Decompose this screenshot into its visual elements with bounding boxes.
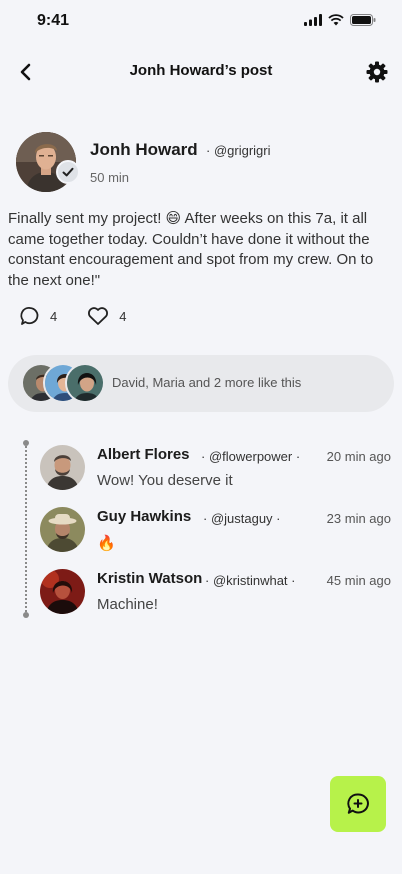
commenter-handle[interactable]: · @justaguy ·: [203, 511, 281, 526]
heart-icon: [88, 307, 109, 325]
comment-item: Guy Hawkins · @justaguy · 23 min ago 🔥: [40, 507, 400, 557]
page-title: Jonh Howard’s post: [129, 62, 273, 79]
wifi-icon: [328, 14, 344, 26]
commenter-name[interactable]: Kristin Watson: [97, 570, 202, 587]
status-time: 9:41: [37, 12, 70, 29]
commenter-avatar[interactable]: [40, 445, 85, 490]
post-text: Finally sent my project! 😄 After weeks o…: [8, 210, 374, 289]
like-button[interactable]: 4: [87, 306, 126, 326]
post-actions: 4 4: [20, 306, 126, 326]
verified-check-icon: [62, 167, 74, 177]
commenter-handle[interactable]: · @kristinwhat ·: [205, 573, 296, 588]
comment-button[interactable]: 4: [20, 306, 57, 326]
thread-dot-bottom: [23, 612, 29, 618]
liker-avatars: [21, 363, 111, 403]
comments-count: 4: [50, 308, 58, 324]
commenter-handle[interactable]: · @flowerpower ·: [201, 449, 300, 464]
commenter-name[interactable]: Guy Hawkins: [97, 508, 191, 525]
liker-avatar: [65, 363, 105, 403]
likes-summary-text: David, Maria and 2 more like this: [112, 375, 302, 390]
comment-text: 🔥: [97, 535, 116, 552]
settings-button[interactable]: [365, 60, 389, 84]
comment-time: 45 min ago: [326, 573, 391, 588]
comment-item: Kristin Watson · @kristinwhat · 45 min a…: [40, 569, 400, 619]
comment-text: Machine!: [97, 596, 158, 613]
commenter-name[interactable]: Albert Flores: [97, 446, 190, 463]
battery-icon: [350, 14, 376, 26]
likes-summary[interactable]: David, Maria and 2 more like this: [8, 355, 394, 412]
signal-icon: [304, 14, 322, 26]
verified-badge: [56, 160, 80, 184]
comment-bubble-icon: [20, 307, 39, 325]
comment-text: Wow! You deserve it: [97, 472, 233, 489]
author-handle[interactable]: · @grigrigri: [206, 143, 270, 158]
status-icons: [304, 14, 376, 26]
likes-count: 4: [119, 308, 127, 324]
settings-gear-icon: [366, 61, 388, 83]
thread-dot-top: [23, 440, 29, 446]
thread-line: [25, 442, 27, 616]
post-time: 50 min: [90, 170, 130, 185]
comment-item: Albert Flores · @flowerpower · 20 min ag…: [40, 445, 400, 495]
status-bar: 9:41: [0, 0, 402, 46]
commenter-avatar[interactable]: [40, 569, 85, 614]
add-comment-icon: [347, 793, 369, 814]
add-comment-button[interactable]: [330, 776, 386, 832]
comment-time: 23 min ago: [326, 511, 391, 526]
author-name[interactable]: Jonh Howard: [90, 140, 198, 160]
commenter-avatar[interactable]: [40, 507, 85, 552]
comment-time: 20 min ago: [326, 449, 391, 464]
header: Jonh Howard’s post: [0, 50, 402, 94]
